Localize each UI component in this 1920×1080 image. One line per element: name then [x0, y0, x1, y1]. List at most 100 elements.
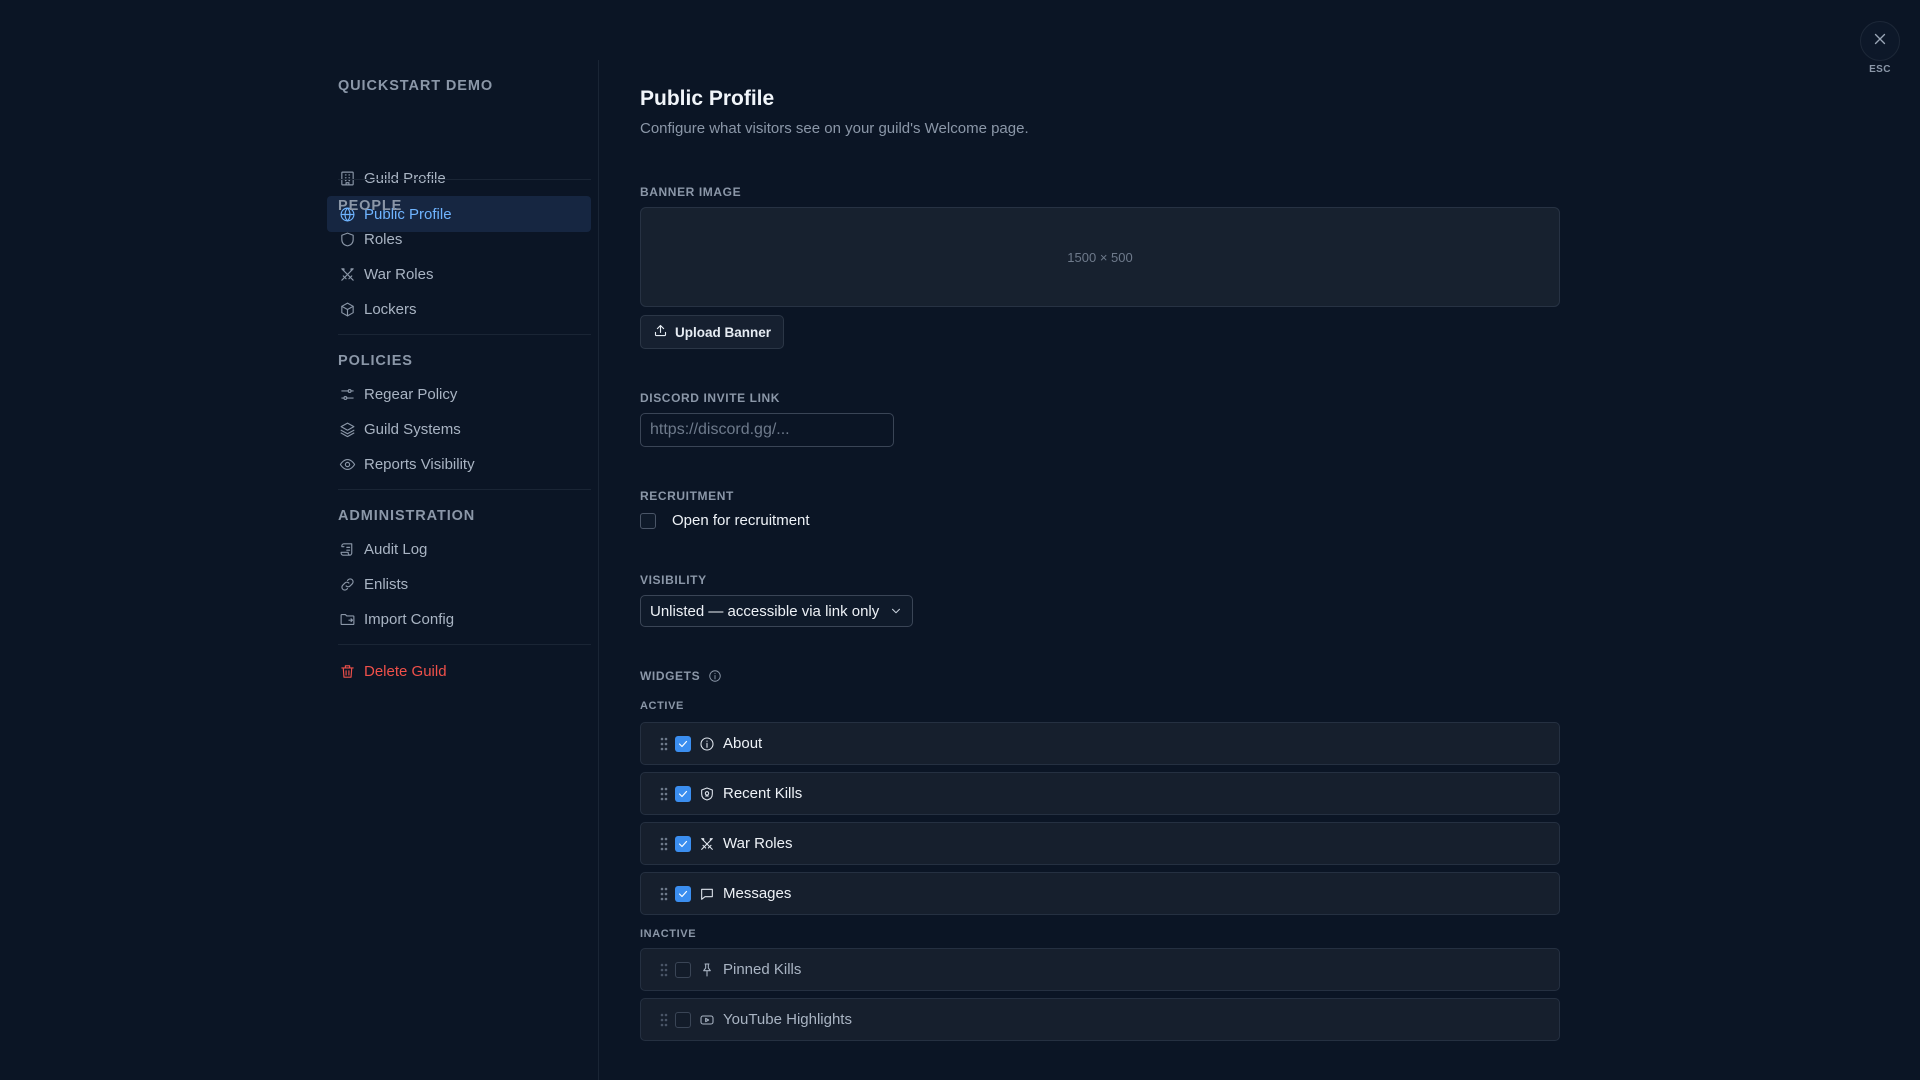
recruitment-label: RECRUITMENT — [640, 489, 734, 503]
section-title-policies: POLICIES — [338, 353, 413, 369]
settings-modal: QUICKSTART DEMO Guild Profile Public Pro… — [0, 0, 1920, 1080]
upload-banner-label: Upload Banner — [674, 324, 771, 340]
delete-guild-label: Delete Guild — [364, 662, 447, 680]
widget-enable-checkbox[interactable] — [675, 835, 691, 852]
active-widgets-label: ACTIVE — [640, 700, 684, 712]
banner-image-dropzone[interactable]: 1500 × 500 — [640, 207, 1560, 307]
widget-row-war-roles[interactable]: War Roles — [640, 822, 1560, 865]
sidebar-item-regear-policy[interactable]: Regear Policy — [327, 376, 591, 412]
inactive-widgets-label: INACTIVE — [640, 928, 697, 940]
widget-enable-checkbox[interactable] — [675, 735, 691, 752]
checkbox-box[interactable] — [640, 512, 656, 529]
info-icon[interactable] — [708, 669, 722, 683]
widget-row-pinned-kills[interactable]: Pinned Kills — [640, 948, 1560, 991]
sidebar-item-war-roles[interactable]: War Roles — [327, 256, 591, 292]
sidebar-divider — [338, 179, 591, 180]
sidebar-item-label: Import Config — [364, 610, 455, 628]
visibility-label: VISIBILITY — [640, 573, 707, 587]
youtube-icon — [698, 1011, 715, 1028]
widget-enable-checkbox[interactable] — [675, 961, 691, 978]
sidebar-item-guild-profile[interactable]: Guild Profile — [327, 160, 591, 196]
sidebar-divider — [338, 489, 591, 490]
visibility-selected-value: Unlisted — accessible via link only — [650, 602, 880, 620]
trash-icon — [338, 662, 356, 680]
crossed-swords-icon — [338, 265, 356, 283]
sidebar-item-label: War Roles — [364, 265, 434, 283]
banner-size-hint: 1500 × 500 — [1067, 249, 1133, 265]
box-icon — [338, 300, 356, 318]
sidebar-item-lockers[interactable]: Lockers — [327, 291, 591, 327]
page-subtitle: Configure what visitors see on your guil… — [640, 120, 1029, 137]
sidebar-item-roles[interactable]: Roles — [327, 221, 591, 257]
sidebar-item-guild-systems[interactable]: Guild Systems — [327, 411, 591, 447]
link-icon — [338, 575, 356, 593]
sidebar-item-label: Guild Systems — [364, 420, 461, 438]
folder-icon — [338, 610, 356, 628]
sidebar-item-label: Reports Visibility — [364, 455, 475, 473]
layers-icon — [338, 420, 356, 438]
widget-enable-checkbox[interactable] — [675, 1011, 691, 1028]
sidebar-item-label: Guild Profile — [364, 169, 446, 187]
skull-shield-icon — [698, 785, 715, 802]
drag-handle-icon[interactable] — [659, 736, 669, 752]
visibility-select[interactable]: Unlisted — accessible via link only — [640, 595, 913, 627]
close-icon — [1871, 30, 1889, 53]
scroll-icon — [338, 540, 356, 558]
drag-handle-icon[interactable] — [659, 962, 669, 978]
open-for-recruitment-checkbox[interactable]: Open for recruitment — [640, 512, 810, 529]
widget-name: Pinned Kills — [723, 961, 802, 978]
sliders-icon — [338, 385, 356, 403]
info-circle-icon — [698, 735, 715, 752]
sidebar-divider — [338, 644, 591, 645]
discord-invite-input[interactable] — [640, 413, 894, 447]
sidebar-item-label: Regear Policy — [364, 385, 458, 403]
upload-icon — [653, 323, 675, 341]
drag-handle-icon[interactable] — [659, 1012, 669, 1028]
widget-name: Recent Kills — [723, 785, 803, 802]
widget-name: About — [723, 735, 763, 752]
sidebar-item-label: Roles — [364, 230, 403, 248]
widget-name: War Roles — [723, 835, 793, 852]
widget-row-messages[interactable]: Messages — [640, 872, 1560, 915]
section-title-people: PEOPLE — [338, 198, 403, 214]
pin-icon — [698, 961, 715, 978]
sidebar-divider — [338, 334, 591, 335]
settings-sidebar: QUICKSTART DEMO Guild Profile Public Pro… — [327, 60, 599, 1080]
eye-icon — [338, 455, 356, 473]
widget-row-recent-kills[interactable]: Recent Kills — [640, 772, 1560, 815]
banner-image-label: BANNER IMAGE — [640, 185, 742, 199]
widgets-label: WIDGETS — [640, 669, 701, 683]
sidebar-item-enlists[interactable]: Enlists — [327, 566, 591, 602]
message-square-icon — [698, 885, 715, 902]
sidebar-item-label: Lockers — [364, 300, 417, 318]
widget-name: Messages — [723, 885, 792, 902]
sidebar-item-audit-log[interactable]: Audit Log — [327, 531, 591, 567]
drag-handle-icon[interactable] — [659, 886, 669, 902]
sidebar-item-import-config[interactable]: Import Config — [327, 601, 591, 637]
section-title-quickstart-demo: QUICKSTART DEMO — [338, 78, 494, 94]
widget-row-about[interactable]: About — [640, 722, 1560, 765]
building-icon — [338, 169, 356, 187]
esc-hint: ESC — [1869, 64, 1891, 75]
drag-handle-icon[interactable] — [659, 836, 669, 852]
sidebar-item-label: Enlists — [364, 575, 409, 593]
crossed-swords-icon — [698, 835, 715, 852]
shield-icon — [338, 230, 356, 248]
section-title-administration: ADMINISTRATION — [338, 508, 476, 524]
discord-invite-link-label: DISCORD INVITE LINK — [640, 391, 781, 405]
sidebar-item-label: Audit Log — [364, 540, 428, 558]
close-button[interactable] — [1860, 21, 1900, 61]
checkbox-label: Open for recruitment — [672, 512, 810, 529]
page-title: Public Profile — [640, 87, 775, 110]
chevron-down-icon — [889, 604, 903, 618]
widget-name: YouTube Highlights — [723, 1011, 852, 1028]
widget-enable-checkbox[interactable] — [675, 885, 691, 902]
delete-guild-button[interactable]: Delete Guild — [327, 653, 591, 689]
widget-row-youtube-highlights[interactable]: YouTube Highlights — [640, 998, 1560, 1041]
widget-enable-checkbox[interactable] — [675, 785, 691, 802]
public-profile-panel: Public Profile Configure what visitors s… — [640, 0, 1560, 1080]
drag-handle-icon[interactable] — [659, 786, 669, 802]
widgets-label-row: WIDGETS — [640, 669, 722, 683]
sidebar-item-reports-visibility[interactable]: Reports Visibility — [327, 446, 591, 482]
upload-banner-button[interactable]: Upload Banner — [640, 315, 784, 349]
